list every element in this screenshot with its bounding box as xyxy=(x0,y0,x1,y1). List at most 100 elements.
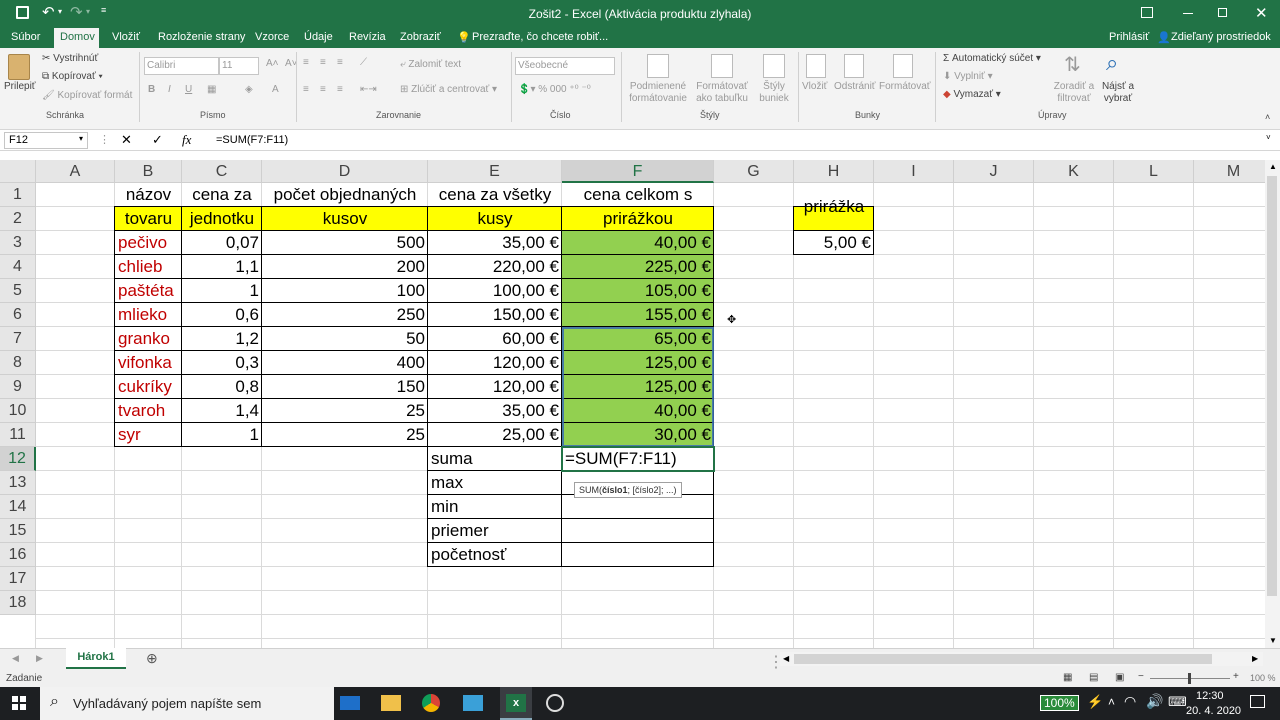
column-header-c[interactable]: C xyxy=(182,160,262,183)
fill-color-icon[interactable]: ◈ xyxy=(245,84,253,95)
clock-time[interactable]: 12:30 xyxy=(1196,690,1224,702)
cut-button[interactable]: ✂ Vystrihnúť xyxy=(42,53,98,64)
sort-filter-button[interactable]: Zoradiť a filtrovať xyxy=(1050,81,1098,105)
total-price[interactable]: 120,00 € xyxy=(428,351,562,375)
scroll-down-icon[interactable]: ▼ xyxy=(1269,636,1277,645)
tab-page-layout[interactable]: Rozloženie strany xyxy=(158,31,245,43)
header-d[interactable]: počet objednaných kusov xyxy=(262,183,428,231)
unit-price[interactable]: 1,2 xyxy=(182,327,262,351)
row-header-6[interactable]: 6 xyxy=(0,303,36,327)
row-header-3[interactable]: 3 xyxy=(0,231,36,255)
cell-styles-button[interactable]: Štýly buniek xyxy=(753,81,795,105)
power-icon[interactable]: ⚡ xyxy=(1087,694,1103,710)
total-price[interactable]: 60,00 € xyxy=(428,327,562,351)
product-name[interactable]: syr xyxy=(115,423,182,447)
stat-label[interactable]: min xyxy=(428,495,562,519)
stat-label[interactable]: suma xyxy=(428,447,562,471)
orientation-icon[interactable]: ⟋ xyxy=(360,57,367,68)
total-price[interactable]: 150,00 € xyxy=(428,303,562,327)
insert-cells-icon[interactable] xyxy=(806,54,826,78)
total-with-markup[interactable]: 40,00 € xyxy=(562,231,714,255)
column-header-h[interactable]: H xyxy=(794,160,874,183)
font-color-icon[interactable]: A xyxy=(272,84,279,95)
column-header-i[interactable]: I xyxy=(874,160,954,183)
unit-price[interactable]: 1,1 xyxy=(182,255,262,279)
row-header-12[interactable]: 12 xyxy=(0,447,36,471)
product-name[interactable]: mlieko xyxy=(115,303,182,327)
unit-price[interactable]: 0,3 xyxy=(182,351,262,375)
chevron-up-icon[interactable]: ˄ xyxy=(1108,695,1115,709)
file-explorer-icon[interactable] xyxy=(381,695,401,711)
page-layout-icon[interactable]: ▤ xyxy=(1089,672,1098,683)
row-header-10[interactable]: 10 xyxy=(0,399,36,423)
stat-label[interactable]: priemer xyxy=(428,519,562,543)
align-top-icon[interactable]: ≡ xyxy=(303,57,309,68)
column-header-b[interactable]: B xyxy=(115,160,182,183)
delete-cells-button[interactable]: Odstrániť xyxy=(834,81,876,92)
hscroll-right-icon[interactable]: ▶ xyxy=(1252,654,1258,663)
wifi-icon[interactable]: ◠ xyxy=(1124,693,1136,710)
row-header-9[interactable]: 9 xyxy=(0,375,36,399)
normal-view-icon[interactable]: ▦ xyxy=(1063,672,1072,683)
page-break-icon[interactable]: ▣ xyxy=(1115,672,1124,683)
row-header-18[interactable]: 18 xyxy=(0,591,36,615)
signin-link[interactable]: Prihlásiť xyxy=(1109,31,1149,43)
total-price[interactable]: 35,00 € xyxy=(428,231,562,255)
find-select-button[interactable]: Nájsť a vybrať xyxy=(1098,81,1138,105)
row-header-1[interactable]: 1 xyxy=(0,183,36,207)
row-header-7[interactable]: 7 xyxy=(0,327,36,351)
tab-formulas[interactable]: Vzorce xyxy=(255,31,289,43)
tab-view[interactable]: Zobraziť xyxy=(400,31,441,43)
stat-label[interactable]: max xyxy=(428,471,562,495)
chrome-icon[interactable] xyxy=(422,694,440,712)
tab-review[interactable]: Revízia xyxy=(349,31,386,43)
align-bottom-icon[interactable]: ≡ xyxy=(337,57,343,68)
expand-formula-icon[interactable]: ˅ xyxy=(1266,133,1271,142)
row-header-5[interactable]: 5 xyxy=(0,279,36,303)
total-price[interactable]: 220,00 € xyxy=(428,255,562,279)
total-with-markup[interactable]: 225,00 € xyxy=(562,255,714,279)
header-b[interactable]: názov tovaru xyxy=(115,183,182,231)
tab-data[interactable]: Údaje xyxy=(304,31,333,43)
sheet-tab[interactable]: Hárok1 xyxy=(66,648,126,669)
insert-function-icon[interactable]: fx xyxy=(182,132,191,148)
tab-file[interactable]: Súbor xyxy=(11,31,40,43)
quantity[interactable]: 500 xyxy=(262,231,428,255)
zoom-slider-thumb[interactable] xyxy=(1188,673,1191,684)
align-middle-icon[interactable]: ≡ xyxy=(320,57,326,68)
total-price[interactable]: 25,00 € xyxy=(428,423,562,447)
tab-home[interactable]: Domov xyxy=(60,31,95,43)
search-icon[interactable]: ⌕ xyxy=(1106,50,1118,76)
column-header-l[interactable]: L xyxy=(1114,160,1194,183)
stat-label[interactable]: početnosť xyxy=(428,543,562,567)
collapse-ribbon-icon[interactable]: ˄ xyxy=(1265,112,1270,122)
align-right-icon[interactable]: ≡ xyxy=(337,84,343,95)
column-header-k[interactable]: K xyxy=(1034,160,1114,183)
increase-font-icon[interactable]: A˄ xyxy=(266,58,279,69)
tell-me-search[interactable]: Prezraďte, čo chcete robiť... xyxy=(472,31,608,43)
font-size-select[interactable]: 11 xyxy=(219,57,259,75)
keyboard-icon[interactable]: ⌨ xyxy=(1168,694,1187,710)
worksheet-grid[interactable]: ABCDEFGHIJKLM 1 2 3 4 5 6 7 8 9 10 11 12 13 14 15 16 17 1… xyxy=(0,160,1280,648)
unit-price[interactable]: 1 xyxy=(182,279,262,303)
tab-next-icon[interactable]: ▶ xyxy=(36,653,43,664)
format-cells-icon[interactable] xyxy=(893,54,913,78)
wrap-text-button[interactable]: ⤶ Zalomiť text xyxy=(400,59,461,70)
bold-button[interactable]: B xyxy=(148,84,155,95)
header-c[interactable]: cena za jednotku xyxy=(182,183,262,231)
row-header-16[interactable]: 16 xyxy=(0,543,36,567)
quantity[interactable]: 200 xyxy=(262,255,428,279)
borders-icon[interactable]: ▦ xyxy=(207,84,216,95)
markup-value[interactable]: 5,00 € xyxy=(794,231,874,255)
paste-button[interactable]: Prilepiť xyxy=(4,81,36,92)
cell-styles-icon[interactable] xyxy=(763,54,785,78)
notification-icon[interactable] xyxy=(1250,695,1265,708)
unit-price[interactable]: 0,07 xyxy=(182,231,262,255)
product-name[interactable]: cukríky xyxy=(115,375,182,399)
photos-icon[interactable] xyxy=(463,695,483,711)
tab-insert[interactable]: Vložiť xyxy=(112,31,140,43)
unit-price[interactable]: 1,4 xyxy=(182,399,262,423)
autosum-button[interactable]: Σ Automatický súčet ▾ xyxy=(943,53,1041,64)
product-name[interactable]: tvaroh xyxy=(115,399,182,423)
product-name[interactable]: pečivo xyxy=(115,231,182,255)
